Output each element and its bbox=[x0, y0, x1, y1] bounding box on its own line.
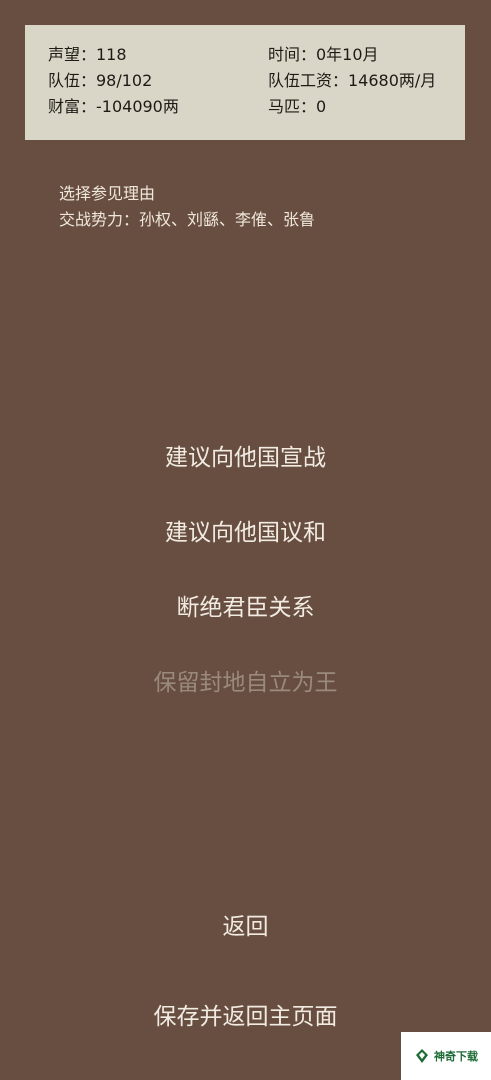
reputation-stat: 声望：118 bbox=[48, 45, 127, 64]
time-stat: 时间：0年10月 bbox=[268, 45, 379, 64]
stats-panel: 声望：118 时间：0年10月 队伍：98/102 队伍工资：14680两/月 … bbox=[25, 25, 465, 140]
warring-factions-text: 交战势力：孙权、刘繇、李傕、张鲁 bbox=[59, 210, 316, 229]
reason-title: 选择参见理由 bbox=[59, 184, 156, 203]
leaf-logo-icon bbox=[416, 1049, 428, 1063]
watermark: 神奇下载 bbox=[401, 1032, 491, 1080]
troops-stat: 队伍：98/102 bbox=[48, 71, 153, 90]
propose-peace-option[interactable]: 建议向他国议和 bbox=[0, 518, 491, 548]
save-and-return-button[interactable]: 保存并返回主页面 bbox=[0, 1002, 491, 1032]
horses-stat: 马匹：0 bbox=[268, 97, 327, 116]
wealth-stat: 财富：-104090两 bbox=[48, 97, 179, 116]
declare-war-option[interactable]: 建议向他国宣战 bbox=[0, 443, 491, 473]
watermark-text: 神奇下载 bbox=[434, 1050, 478, 1063]
break-relations-option[interactable]: 断绝君臣关系 bbox=[0, 593, 491, 623]
become-king-option: 保留封地自立为王 bbox=[153, 670, 338, 696]
back-button[interactable]: 返回 bbox=[0, 912, 491, 942]
troop-wage-stat: 队伍工资：14680两/月 bbox=[268, 71, 437, 90]
